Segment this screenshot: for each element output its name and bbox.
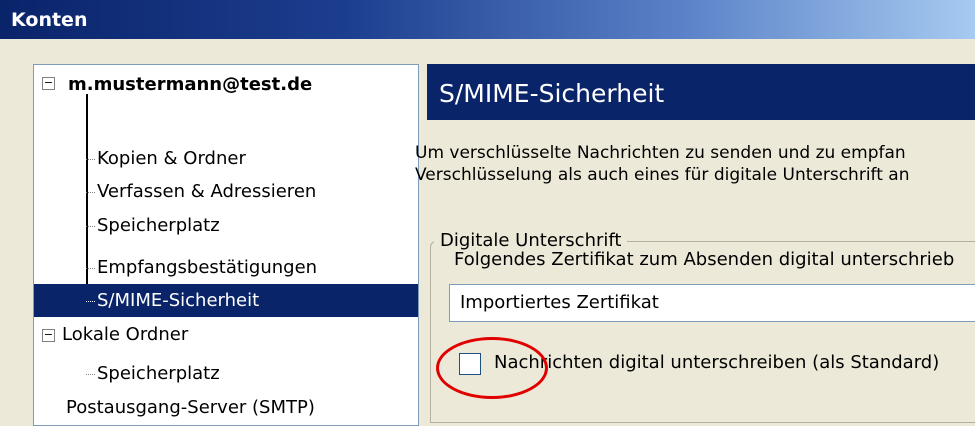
tree-item-speicherplatz[interactable]: Speicherplatz [86, 209, 220, 242]
window-title: Konten [11, 9, 88, 31]
tree-item-local-speicherplatz[interactable]: Speicherplatz [86, 357, 220, 390]
panel-title: S/MIME-Sicherheit [427, 64, 975, 120]
tree-account[interactable]: m.mustermann@test.de [68, 68, 312, 101]
certificate-field[interactable]: Importiertes Zertifikat [449, 284, 975, 322]
collapse-local-icon[interactable]: − [42, 329, 55, 342]
collapse-account-icon[interactable]: − [42, 77, 55, 90]
certificate-value: Importiertes Zertifikat [460, 292, 659, 313]
tree-item-kopien-ordner[interactable]: Kopien & Ordner [86, 142, 246, 175]
tree-item-empfangsbestaetigungen[interactable]: Empfangsbestätigungen [86, 251, 317, 284]
description-line-1: Um verschlüsselte Nachrichten zu senden … [415, 143, 906, 163]
tree-local-folders[interactable]: Lokale Ordner [62, 318, 188, 351]
sign-by-default-label[interactable]: Nachrichten digital unterschreiben (als … [494, 352, 939, 373]
account-tree[interactable]: − m.mustermann@test.de Kopien & Ordner V… [33, 64, 419, 426]
tree-item-verfassen[interactable]: Verfassen & Adressieren [86, 175, 316, 208]
sign-by-default-checkbox[interactable] [459, 353, 481, 375]
description-text: Um verschlüsselte Nachrichten zu senden … [415, 142, 910, 186]
window-titlebar: Konten [0, 0, 975, 39]
tree-item-smime[interactable]: S/MIME-Sicherheit [34, 284, 418, 317]
certificate-label: Folgendes Zertifikat zum Absenden digita… [454, 249, 955, 270]
group-title: Digitale Unterschrift [434, 230, 628, 251]
tree-smtp[interactable]: Postausgang-Server (SMTP) [66, 391, 315, 424]
description-line-2: Verschlüsselung als auch eines für digit… [415, 165, 910, 185]
